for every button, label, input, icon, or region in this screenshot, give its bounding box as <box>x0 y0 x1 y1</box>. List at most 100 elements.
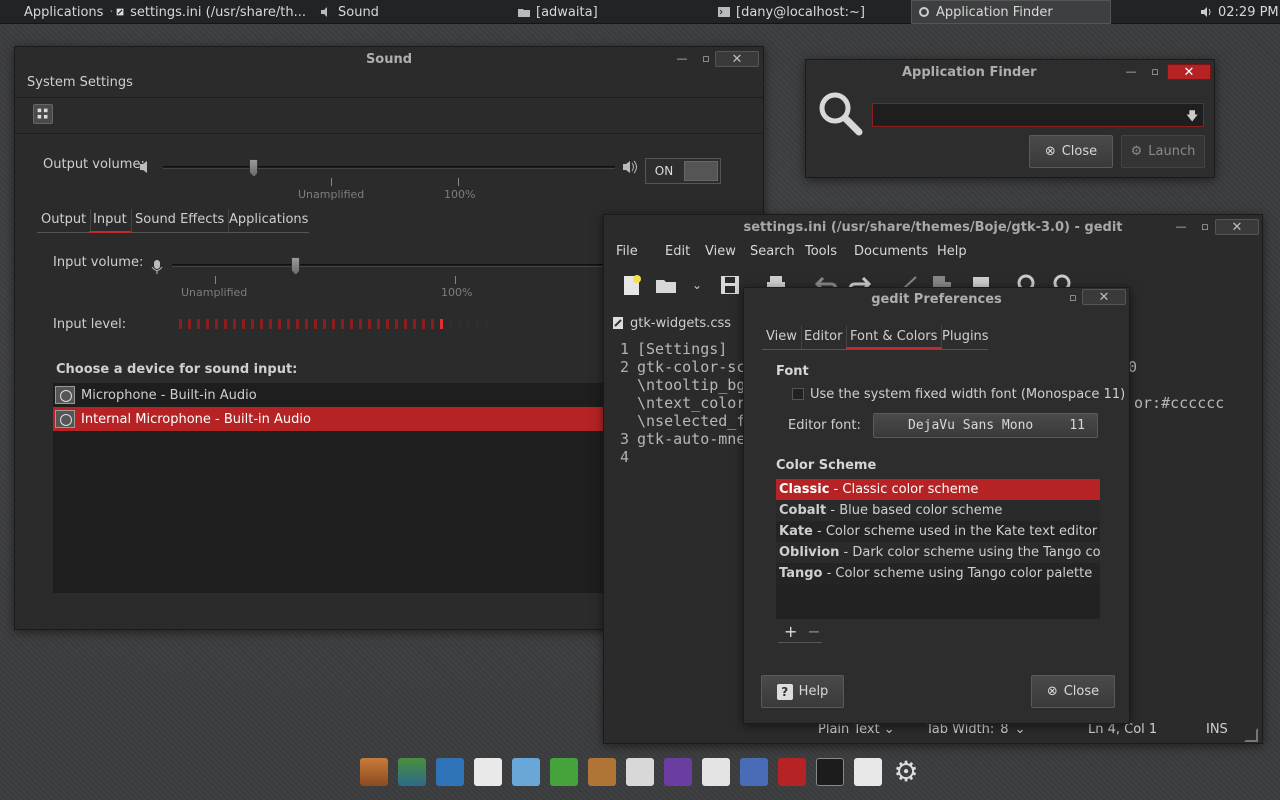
appfinder-launch-button[interactable]: ⚙ Launch <box>1121 135 1205 168</box>
chat-icon[interactable] <box>550 758 578 786</box>
minimize-button[interactable]: — <box>1172 219 1190 235</box>
device-row[interactable]: Microphone - Built-in Audio <box>53 383 613 407</box>
code-line: \ntext_color <box>637 394 746 412</box>
close-button[interactable]: ✕ <box>1082 289 1126 305</box>
color-scheme-row[interactable]: Tango - Color scheme using Tango color p… <box>776 563 1100 584</box>
clipboard-icon[interactable] <box>702 758 730 786</box>
dropdown-arrow-icon[interactable]: 🡇 <box>1186 107 1198 128</box>
terminal-icon[interactable] <box>816 758 844 786</box>
tab-editor[interactable]: Editor <box>800 325 848 349</box>
level-segment <box>251 319 254 329</box>
prefs-close-button[interactable]: ⊗ Close <box>1031 675 1115 708</box>
maximize-button[interactable]: ▫ <box>697 51 715 67</box>
color-scheme-row[interactable]: Kate - Color scheme used in the Kate tex… <box>776 521 1100 542</box>
close-button[interactable]: ✕ <box>1215 219 1259 235</box>
book-icon[interactable] <box>778 758 806 786</box>
menu-file[interactable]: File <box>616 241 638 263</box>
tab-input[interactable]: Input <box>89 209 132 233</box>
gear-icon: ⚙ <box>1130 144 1143 159</box>
color-scheme-header: Color Scheme <box>776 458 877 473</box>
editor-font-button[interactable]: DejaVu Sans Mono 11 <box>873 413 1098 438</box>
tab-output[interactable]: Output <box>37 209 92 233</box>
output-volume-label: Output volume: <box>43 157 145 172</box>
input-volume-thumb[interactable] <box>291 257 301 275</box>
maximize-button[interactable]: ▫ <box>1196 219 1214 235</box>
input-volume-label: Input volume: <box>53 255 144 270</box>
volume-icon[interactable] <box>1200 6 1212 18</box>
task-gedit[interactable]: settings.ini (/usr/share/th... <box>116 0 306 24</box>
level-segment <box>467 319 470 329</box>
clock[interactable]: 02:29 PM <box>1218 5 1279 20</box>
close-button[interactable]: ✕ <box>715 51 759 67</box>
tab-font-colors[interactable]: Font & Colors <box>846 325 943 349</box>
media-player-icon[interactable] <box>664 758 692 786</box>
settings-gear-icon[interactable]: ⚙ <box>892 758 920 786</box>
menu-documents[interactable]: Documents <box>854 241 928 263</box>
drive-icon[interactable] <box>626 758 654 786</box>
close-label: Close <box>1063 684 1100 699</box>
task-folder-label: [adwaita] <box>536 4 598 20</box>
maximize-button[interactable]: ▫ <box>1146 64 1164 80</box>
menu-edit[interactable]: Edit <box>665 241 690 263</box>
task-terminal-label: [dany@localhost:~] <box>736 4 865 20</box>
tab-sound-effects[interactable]: Sound Effects <box>131 209 230 233</box>
new-document-icon[interactable] <box>620 273 644 297</box>
language-selector[interactable]: Plain Text ⌄ <box>818 722 895 737</box>
applications-menu[interactable]: Applications · <box>24 0 114 24</box>
spreadsheet-icon[interactable] <box>512 758 540 786</box>
menu-view[interactable]: View <box>705 241 736 263</box>
tab-width-selector[interactable]: Tab Width: 8 ⌄ <box>926 722 1025 737</box>
video-call-icon[interactable] <box>436 758 464 786</box>
task-terminal[interactable]: [dany@localhost:~] <box>718 0 865 24</box>
file-manager-icon[interactable] <box>854 758 882 786</box>
tab-view[interactable]: View <box>762 325 802 349</box>
remove-scheme-button[interactable]: − <box>807 623 820 642</box>
hundred-label: 100% <box>441 286 473 299</box>
close-button[interactable]: ✕ <box>1167 64 1211 80</box>
color-scheme-row[interactable]: Cobalt - Blue based color scheme <box>776 500 1100 521</box>
code-fragment: or:#cccccc <box>1134 394 1225 412</box>
grid-icon <box>37 108 48 119</box>
image-viewer-icon[interactable] <box>398 758 426 786</box>
output-volume-thumb[interactable] <box>249 159 259 177</box>
save-icon[interactable] <box>718 273 742 297</box>
color-scheme-row[interactable]: Oblivion - Dark color scheme using the T… <box>776 542 1100 563</box>
output-volume-slider[interactable] <box>163 166 615 169</box>
open-folder-icon[interactable] <box>654 273 678 297</box>
tick-unamplified <box>331 178 332 186</box>
appfinder-search-input[interactable] <box>872 103 1204 127</box>
chevron-down-icon[interactable]: ⌄ <box>692 278 702 292</box>
tab-plugins[interactable]: Plugins <box>938 325 993 349</box>
output-switch[interactable]: ON <box>645 158 721 184</box>
tab-applications[interactable]: Applications <box>225 209 312 233</box>
display-icon[interactable] <box>740 758 768 786</box>
level-segment <box>440 319 443 329</box>
task-sound[interactable]: Sound <box>320 0 379 24</box>
editor-font-size: 11 <box>1069 418 1085 433</box>
signpost-icon[interactable] <box>360 758 388 786</box>
minimize-button[interactable]: — <box>1122 64 1140 80</box>
task-appfinder[interactable]: Application Finder <box>911 0 1111 24</box>
menu-search[interactable]: Search <box>750 241 795 263</box>
device-row[interactable]: Internal Microphone - Built-in Audio <box>53 407 613 431</box>
editor-font-name: DejaVu Sans Mono <box>908 418 1034 433</box>
all-settings-button[interactable] <box>33 104 53 124</box>
minimize-button[interactable]: — <box>673 51 691 67</box>
menu-tools[interactable]: Tools <box>805 241 837 263</box>
add-scheme-button[interactable]: + <box>784 623 797 642</box>
system-font-checkbox[interactable] <box>792 388 804 400</box>
task-folder[interactable]: [adwaita] <box>518 0 598 24</box>
code-line: gtk-auto-mne <box>637 430 746 448</box>
input-volume-slider[interactable] <box>172 264 612 267</box>
document-viewer-icon[interactable] <box>474 758 502 786</box>
color-scheme-row[interactable]: Classic - Classic color scheme <box>776 479 1100 500</box>
help-button[interactable]: ? Help <box>761 675 844 708</box>
archive-manager-icon[interactable] <box>588 758 616 786</box>
dock: ⚙ <box>358 758 928 800</box>
system-settings-link[interactable]: System Settings <box>27 75 133 90</box>
language-label: Plain Text <box>818 722 880 737</box>
maximize-button[interactable]: ▫ <box>1064 290 1082 306</box>
document-tab[interactable]: gtk-widgets.css × <box>612 311 754 335</box>
menu-help[interactable]: Help <box>937 241 967 263</box>
appfinder-close-button[interactable]: ⊗ Close <box>1029 135 1113 168</box>
